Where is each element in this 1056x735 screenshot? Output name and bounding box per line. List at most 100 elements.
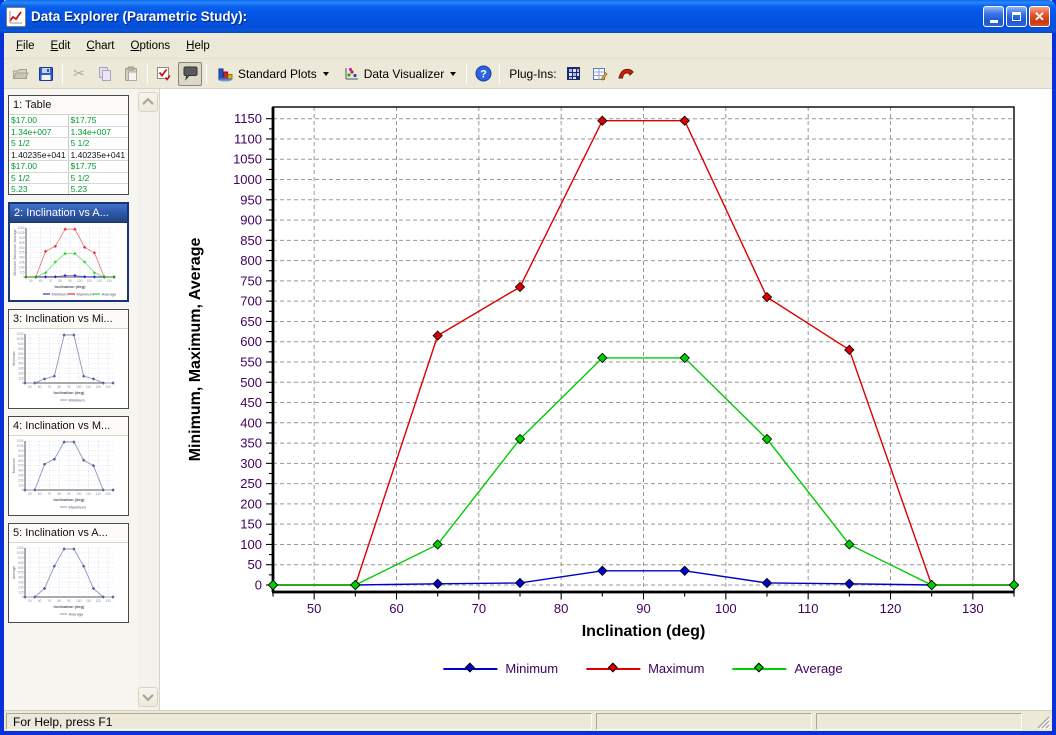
thumbnail-title: 2: Inclination vs A... xyxy=(10,204,127,223)
plugin-digitizer-button[interactable] xyxy=(614,62,638,86)
svg-text:100: 100 xyxy=(76,385,82,389)
svg-text:230: 230 xyxy=(19,265,25,269)
close-button[interactable]: ✕ xyxy=(1029,6,1050,27)
menu-options[interactable]: Options xyxy=(123,37,179,55)
data-visualizer-label: Data Visualizer xyxy=(364,67,444,81)
paste-icon xyxy=(123,66,139,82)
svg-text:50: 50 xyxy=(248,557,262,572)
app-icon xyxy=(6,7,26,27)
chart-legend: MinimumMaximumAverage xyxy=(443,661,842,676)
svg-text:460: 460 xyxy=(18,469,24,473)
svg-text:100: 100 xyxy=(240,537,262,552)
svg-text:1035: 1035 xyxy=(16,444,23,448)
close-icon: ✕ xyxy=(1034,9,1045,25)
options-check-button[interactable] xyxy=(152,62,176,86)
svg-text:230: 230 xyxy=(18,478,24,482)
scroll-down-button[interactable] xyxy=(138,687,158,707)
svg-text:0: 0 xyxy=(255,578,262,593)
svg-text:1035: 1035 xyxy=(16,551,23,555)
svg-text:575: 575 xyxy=(18,571,24,575)
menu-edit[interactable]: Edit xyxy=(43,37,79,55)
svg-text:345: 345 xyxy=(18,581,24,585)
toolbar-separator xyxy=(147,64,148,84)
status-message: For Help, press F1 xyxy=(6,713,592,730)
svg-text:Inclination (deg): Inclination (deg) xyxy=(582,623,706,640)
plugin-table-edit-button[interactable] xyxy=(588,62,612,86)
main-chart: 0501001502002503003504004505005506006507… xyxy=(160,89,1052,649)
dropdown-caret-icon xyxy=(450,72,456,76)
thumbnail-5[interactable]: 5: Inclination vs A...506070809010011012… xyxy=(8,523,129,623)
svg-text:100: 100 xyxy=(76,599,82,603)
svg-text:50: 50 xyxy=(28,385,32,389)
svg-text:500: 500 xyxy=(240,375,262,390)
svg-text:70: 70 xyxy=(472,601,486,616)
svg-text:Inclination (deg): Inclination (deg) xyxy=(54,497,86,502)
svg-text:120: 120 xyxy=(97,279,103,283)
table-cell: 1.40235e+041 xyxy=(69,150,129,161)
save-icon xyxy=(38,66,54,82)
svg-text:90: 90 xyxy=(67,385,71,389)
svg-text:60: 60 xyxy=(389,601,403,616)
svg-text:0: 0 xyxy=(22,488,24,492)
cut-button[interactable]: ✂ xyxy=(67,62,91,86)
svg-text:400: 400 xyxy=(240,415,262,430)
menu-help[interactable]: Help xyxy=(178,37,218,55)
annotation-button[interactable] xyxy=(178,62,202,86)
maximize-button[interactable] xyxy=(1006,6,1027,27)
legend-label: Minimum xyxy=(505,661,558,676)
svg-text:900: 900 xyxy=(240,213,262,228)
svg-text:115: 115 xyxy=(18,376,23,380)
table-cell: 5 1/2 xyxy=(9,138,69,149)
svg-text:70: 70 xyxy=(49,279,53,283)
toolbar: ✂ xyxy=(4,59,1052,89)
svg-text:Maximum: Maximum xyxy=(69,505,87,510)
thumbnail-1[interactable]: 1: Table$17.00$17.751.34e+0071.34e+0075 … xyxy=(8,95,129,195)
svg-text:1000: 1000 xyxy=(233,172,262,187)
svg-text:115: 115 xyxy=(18,483,23,487)
plugin-matrix-button[interactable] xyxy=(562,62,586,86)
svg-text:Minimum: Minimum xyxy=(69,398,86,403)
svg-text:50: 50 xyxy=(28,599,32,603)
help-button[interactable]: ? xyxy=(471,62,495,86)
open-button[interactable] xyxy=(8,62,32,86)
save-button[interactable] xyxy=(34,62,58,86)
minimize-icon xyxy=(990,20,998,23)
table-cell: 5 1/2 xyxy=(69,173,129,184)
dropdown-caret-icon xyxy=(323,72,329,76)
menu-file[interactable]: File xyxy=(8,37,43,55)
svg-text:80: 80 xyxy=(57,385,61,389)
menu-chart[interactable]: Chart xyxy=(78,37,122,55)
toolbar-separator xyxy=(62,64,63,84)
thumbnail-4[interactable]: 4: Inclination vs M...506070809010011012… xyxy=(8,416,129,516)
svg-text:750: 750 xyxy=(240,273,262,288)
status-panel-2 xyxy=(596,713,812,730)
svg-text:130: 130 xyxy=(105,599,111,603)
standard-plots-button[interactable]: Standard Plots xyxy=(211,62,335,86)
thumbnail-2[interactable]: 2: Inclination vs A...506070809010011012… xyxy=(8,202,129,302)
resize-grip[interactable] xyxy=(1036,715,1051,730)
svg-text:805: 805 xyxy=(18,561,24,565)
svg-text:250: 250 xyxy=(240,476,262,491)
thumbnail-3[interactable]: 3: Inclination vs Mi...50607080901001101… xyxy=(8,309,129,409)
svg-text:90: 90 xyxy=(67,492,71,496)
title-bar: Data Explorer (Parametric Study): ✕ xyxy=(0,0,1056,33)
scroll-up-button[interactable] xyxy=(138,92,158,112)
legend-item-average: Average xyxy=(732,661,842,676)
svg-text:230: 230 xyxy=(18,371,24,375)
table-cell: $17.00 xyxy=(9,161,69,172)
svg-text:450: 450 xyxy=(240,395,262,410)
checkbox-icon xyxy=(156,66,172,82)
svg-text:130: 130 xyxy=(105,492,111,496)
svg-text:650: 650 xyxy=(240,314,262,329)
data-visualizer-button[interactable]: Data Visualizer xyxy=(337,62,462,86)
svg-text:805: 805 xyxy=(18,454,24,458)
table-row: 5.235.23 xyxy=(9,184,128,195)
svg-text:110: 110 xyxy=(87,279,92,283)
svg-text:80: 80 xyxy=(57,492,61,496)
svg-text:100: 100 xyxy=(77,279,83,283)
paste-button[interactable] xyxy=(119,62,143,86)
minimize-button[interactable] xyxy=(983,6,1004,27)
scatter-plot-icon xyxy=(343,66,360,82)
sidebar-scrollbar[interactable] xyxy=(137,89,159,710)
copy-button[interactable] xyxy=(93,62,117,86)
